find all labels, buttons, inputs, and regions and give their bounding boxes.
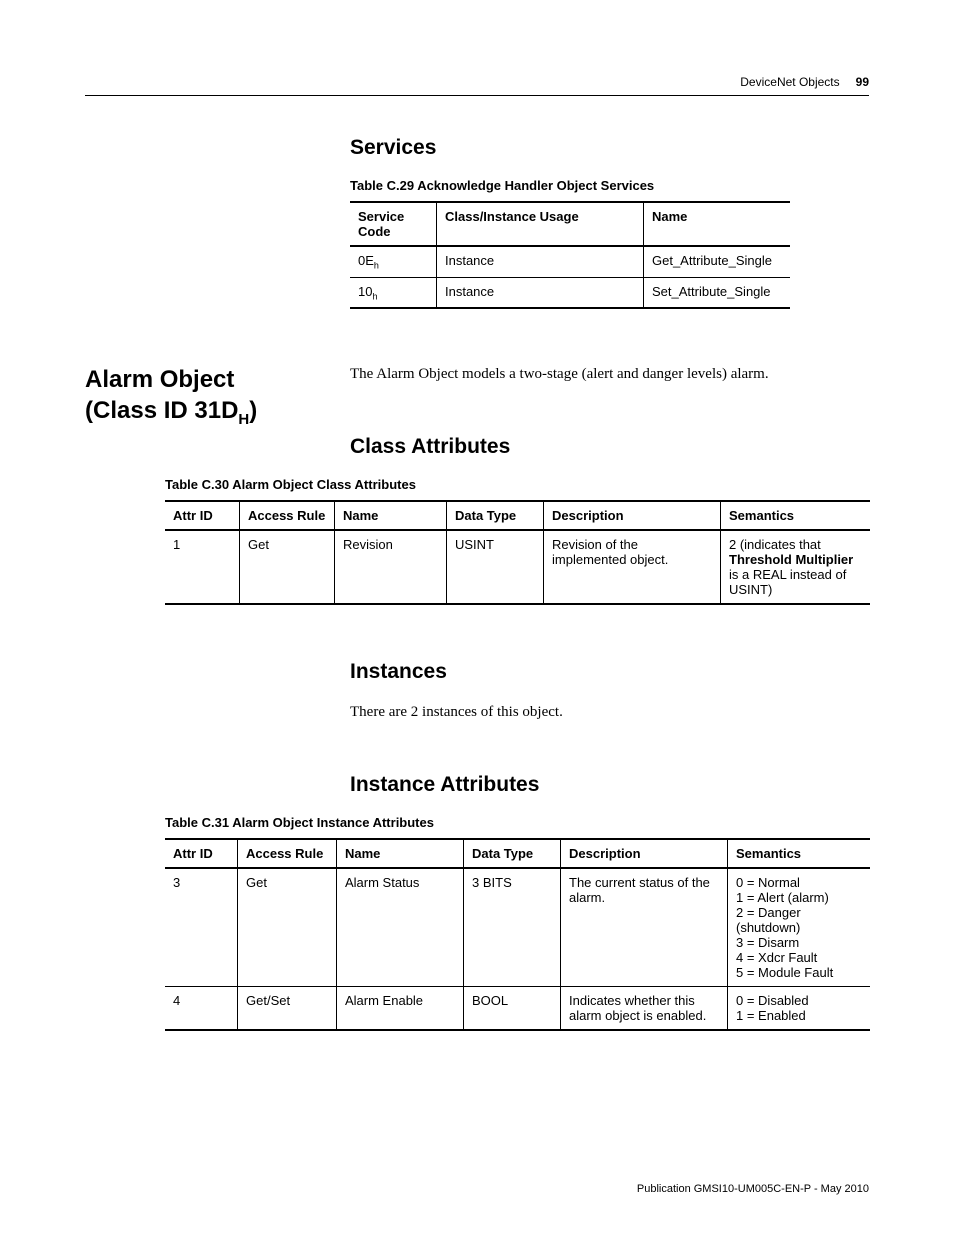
instances-text: There are 2 instances of this object.: [350, 702, 869, 723]
cell-sem: 0 = Normal 1 = Alert (alarm) 2 = Danger …: [728, 868, 871, 987]
cell-name: Get_Attribute_Single: [644, 246, 791, 277]
col-attr-id: Attr ID: [165, 501, 240, 530]
table-c30-caption: Table C.30 Alarm Object Class Attributes: [165, 477, 869, 492]
alarm-object-title: Alarm Object (Class ID 31DH): [85, 364, 350, 429]
col-attr-id: Attr ID: [165, 839, 238, 868]
cell-attr-id: 3: [165, 868, 238, 987]
class-attributes-heading: Class Attributes: [350, 435, 869, 459]
cell-access: Get: [240, 530, 335, 604]
cell-name: Revision: [335, 530, 447, 604]
table-row: 0Eh Instance Get_Attribute_Single: [350, 246, 790, 277]
alarm-section: Alarm Object (Class ID 31DH) The Alarm O…: [85, 364, 869, 477]
col-data-type: Data Type: [464, 839, 561, 868]
col-description: Description: [544, 501, 721, 530]
cell-usage: Instance: [437, 277, 644, 308]
cell-name: Alarm Enable: [337, 987, 464, 1031]
col-name: Name: [337, 839, 464, 868]
cell-sem: 2 (indicates that Threshold Multiplier i…: [721, 530, 871, 604]
cell-attr-id: 4: [165, 987, 238, 1031]
col-access-rule: Access Rule: [240, 501, 335, 530]
table-c31: Attr ID Access Rule Name Data Type Descr…: [165, 838, 870, 1031]
instance-attrs-table-wrap: Table C.31 Alarm Object Instance Attribu…: [165, 815, 869, 1031]
cell-desc: Indicates whether this alarm object is e…: [561, 987, 728, 1031]
cell-attr-id: 1: [165, 530, 240, 604]
col-class-instance: Class/Instance Usage: [437, 202, 644, 246]
col-access-rule: Access Rule: [238, 839, 337, 868]
spacer: [85, 743, 869, 773]
spacer: [85, 605, 869, 660]
cell-name: Set_Attribute_Single: [644, 277, 791, 308]
cell-code: 0Eh: [350, 246, 437, 277]
instance-attrs-section: Instance Attributes: [85, 773, 869, 815]
footer-publication: Publication GMSI10-UM005C-EN-P - May 201…: [637, 1183, 869, 1195]
instances-heading: Instances: [350, 660, 869, 684]
col-name: Name: [644, 202, 791, 246]
left-margin: [85, 136, 350, 309]
header-page-number: 99: [856, 75, 869, 89]
services-section: Services Table C.29 Acknowledge Handler …: [85, 136, 869, 309]
cell-name: Alarm Status: [337, 868, 464, 987]
col-name: Name: [335, 501, 447, 530]
table-c30: Attr ID Access Rule Name Data Type Descr…: [165, 500, 870, 605]
cell-dtype: USINT: [447, 530, 544, 604]
cell-usage: Instance: [437, 246, 644, 277]
table-row: 10h Instance Set_Attribute_Single: [350, 277, 790, 308]
cell-desc: Revision of the implemented object.: [544, 530, 721, 604]
cell-dtype: 3 BITS: [464, 868, 561, 987]
alarm-sidehead-col: Alarm Object (Class ID 31DH): [85, 364, 350, 477]
services-content: Services Table C.29 Acknowledge Handler …: [350, 136, 869, 309]
instance-attrs-heading: Instance Attributes: [350, 773, 869, 797]
services-heading: Services: [350, 136, 869, 160]
col-data-type: Data Type: [447, 501, 544, 530]
page: DeviceNet Objects 99 Services Table C.29…: [0, 0, 954, 1235]
class-attrs-table-wrap: Table C.30 Alarm Object Class Attributes…: [165, 477, 869, 605]
cell-code: 10h: [350, 277, 437, 308]
instances-section: Instances There are 2 instances of this …: [85, 660, 869, 743]
alarm-intro-text: The Alarm Object models a two-stage (ale…: [350, 364, 869, 385]
table-row: 1 Get Revision USINT Revision of the imp…: [165, 530, 870, 604]
cell-dtype: BOOL: [464, 987, 561, 1031]
alarm-intro-col: The Alarm Object models a two-stage (ale…: [350, 364, 869, 477]
cell-access: Get/Set: [238, 987, 337, 1031]
header-chapter: DeviceNet Objects: [740, 75, 839, 89]
cell-desc: The current status of the alarm.: [561, 868, 728, 987]
table-c29: Service Code Class/Instance Usage Name 0…: [350, 201, 790, 309]
table-c29-caption: Table C.29 Acknowledge Handler Object Se…: [350, 178, 869, 193]
table-c31-caption: Table C.31 Alarm Object Instance Attribu…: [165, 815, 869, 830]
spacer: [85, 309, 869, 364]
col-semantics: Semantics: [721, 501, 871, 530]
cell-sem: 0 = Disabled 1 = Enabled: [728, 987, 871, 1031]
table-row: 4 Get/Set Alarm Enable BOOL Indicates wh…: [165, 987, 870, 1031]
col-semantics: Semantics: [728, 839, 871, 868]
table-row: 3 Get Alarm Status 3 BITS The current st…: [165, 868, 870, 987]
page-header: DeviceNet Objects 99: [85, 75, 869, 96]
col-description: Description: [561, 839, 728, 868]
col-service-code: Service Code: [350, 202, 437, 246]
cell-access: Get: [238, 868, 337, 987]
